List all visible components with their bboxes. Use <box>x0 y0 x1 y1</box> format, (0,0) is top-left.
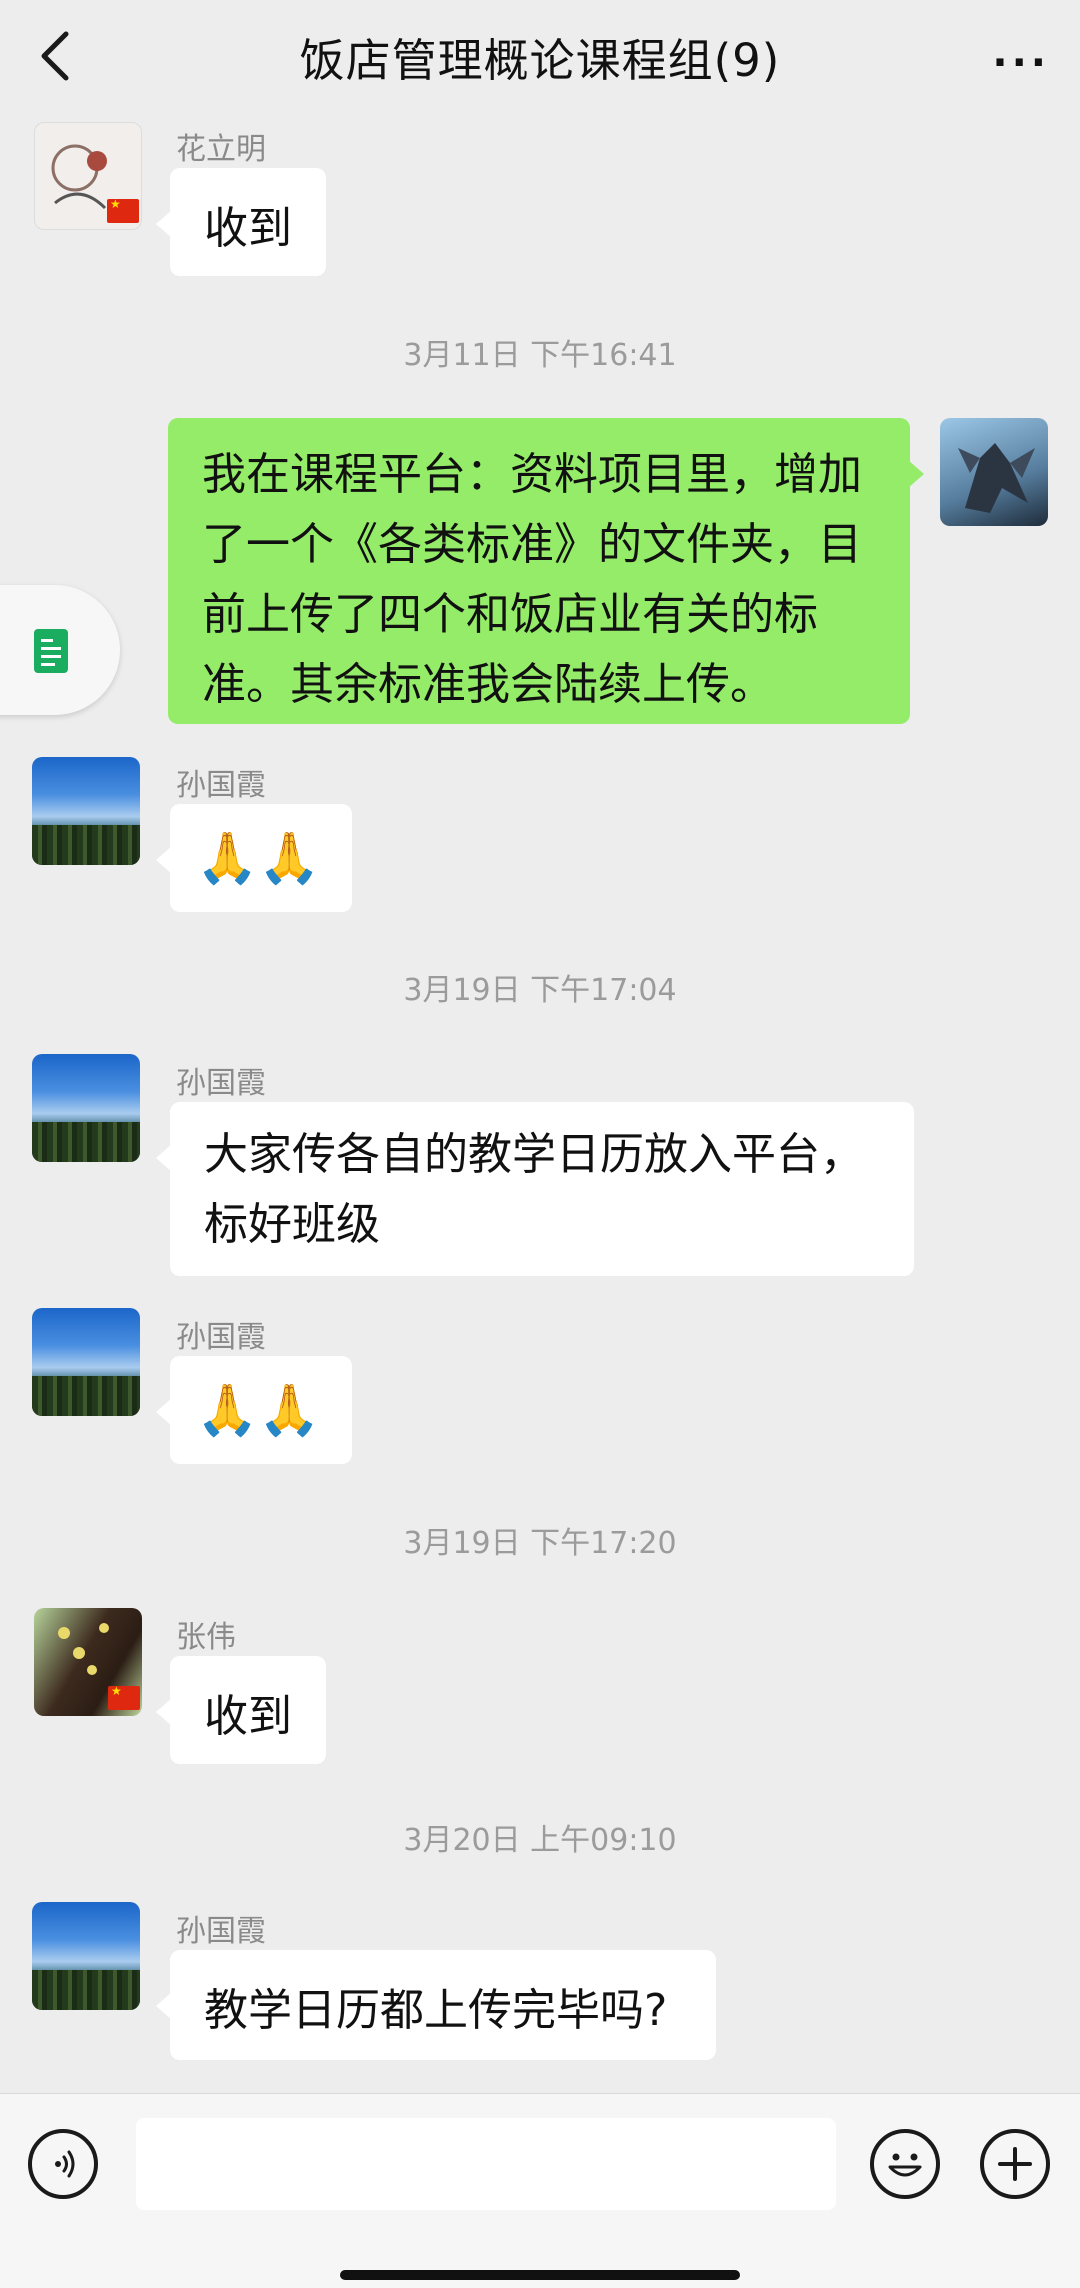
message-bubble[interactable]: 大家传各自的教学日历放入平台，标好班级 <box>156 1102 914 1276</box>
message-bubble[interactable]: 🙏🙏 <box>156 1356 352 1464</box>
sender-name: 孙国霞 <box>176 1914 266 1949</box>
timestamp: 3月19日 下午17:04 <box>403 973 677 1008</box>
self-message-bubble[interactable]: 我在课程平台：资料项目里，增加了一个《各类标准》的文件夹，目前上传了四个和饭店业… <box>168 418 924 724</box>
timestamp: 3月19日 下午17:20 <box>403 1526 677 1561</box>
floating-doc-tab[interactable] <box>0 585 120 715</box>
home-indicator <box>340 2270 740 2280</box>
avatar-sunguoxia[interactable] <box>32 1054 140 1162</box>
sender-name: 孙国霞 <box>176 1320 266 1355</box>
plus-icon[interactable] <box>980 2129 1050 2199</box>
message-bubble[interactable]: 收到 <box>156 168 326 276</box>
message-bubble[interactable]: 教学日历都上传完毕吗? <box>156 1950 716 2060</box>
timestamp: 3月11日 下午16:41 <box>403 338 677 373</box>
voice-input-icon[interactable] <box>28 2129 98 2199</box>
emoji-icon[interactable] <box>870 2129 940 2199</box>
chat-header: 饭店管理概论课程组(9) ··· <box>0 0 1080 115</box>
avatar-sunguoxia[interactable] <box>32 757 140 865</box>
sender-name: 孙国霞 <box>176 1066 266 1101</box>
document-icon <box>34 629 68 673</box>
avatar-zhangwei[interactable] <box>34 1608 142 1716</box>
avatar-image <box>958 443 1035 513</box>
sender-name: 孙国霞 <box>176 768 266 803</box>
flag-icon <box>107 197 139 223</box>
avatar-hualiming[interactable] <box>34 122 142 230</box>
message-input[interactable] <box>136 2118 836 2210</box>
sender-name: 花立明 <box>176 132 266 167</box>
timestamp: 3月20日 上午09:10 <box>403 1823 677 1858</box>
flag-icon <box>108 1684 140 1710</box>
avatar-sunguoxia[interactable] <box>32 1902 140 2010</box>
message-bubble[interactable]: 🙏🙏 <box>156 804 352 912</box>
avatar-self[interactable] <box>940 418 1048 526</box>
message-bubble[interactable]: 收到 <box>156 1656 326 1764</box>
chat-title: 饭店管理概论课程组(9) <box>299 34 781 87</box>
sender-name: 张伟 <box>176 1620 236 1655</box>
more-options-icon[interactable]: ··· <box>992 40 1050 86</box>
avatar-sunguoxia[interactable] <box>32 1308 140 1416</box>
input-bar <box>0 2093 1080 2288</box>
